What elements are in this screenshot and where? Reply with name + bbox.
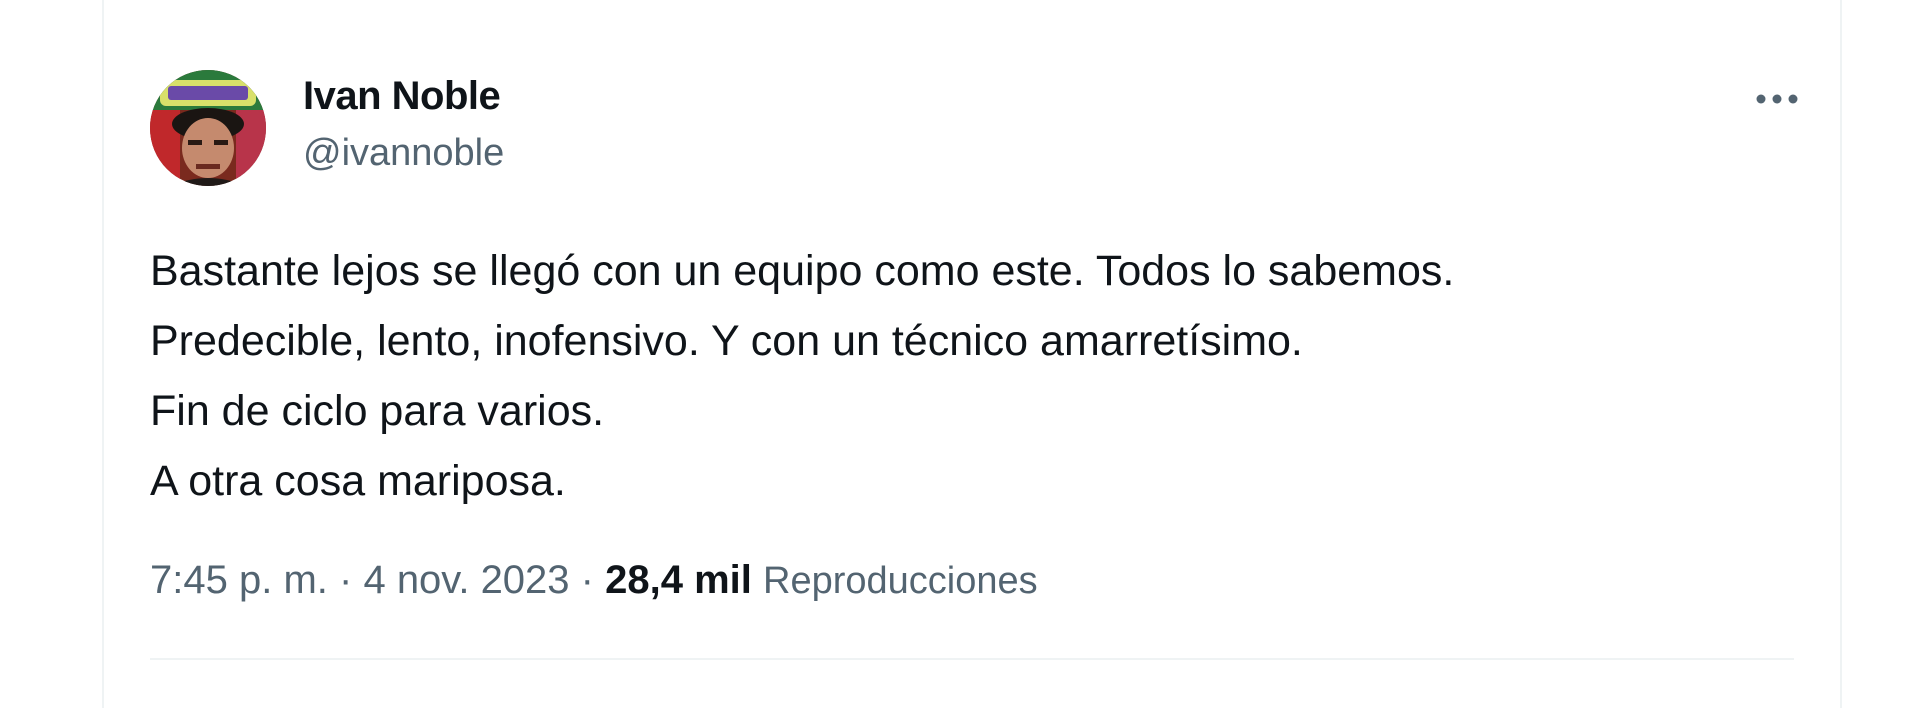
tweet-text-line: Fin de ciclo para varios. xyxy=(150,387,605,435)
views-label: Reproducciones xyxy=(763,560,1038,602)
more-horizontal-icon xyxy=(1756,94,1798,104)
tweet-time[interactable]: 7:45 p. m. xyxy=(150,558,328,602)
tweet-metadata: 7:45 p. m. · 4 nov. 2023 · 28,4 mil Repr… xyxy=(150,558,1038,603)
divider xyxy=(150,658,1794,660)
meta-separator: · xyxy=(339,558,353,602)
tweet-date[interactable]: 4 nov. 2023 xyxy=(363,558,569,602)
tweet-text-line: A otra cosa mariposa. xyxy=(150,457,566,505)
avatar-image xyxy=(150,70,266,186)
tweet-card: Ivan Noble @ivannoble Bastante lejos se … xyxy=(102,0,1842,708)
tweet-text-line: Predecible, lento, inofensivo. Y con un … xyxy=(150,317,1303,365)
views-count: 28,4 mil xyxy=(605,558,752,602)
meta-separator: · xyxy=(580,558,594,602)
tweet-text: Bastante lejos se llegó con un equipo co… xyxy=(150,236,1770,516)
tweet-text-line: Bastante lejos se llegó con un equipo co… xyxy=(150,247,1455,295)
avatar[interactable] xyxy=(150,70,266,186)
more-options-button[interactable] xyxy=(1742,76,1812,122)
author-display-name[interactable]: Ivan Noble xyxy=(303,74,501,119)
author-handle[interactable]: @ivannoble xyxy=(303,132,504,175)
